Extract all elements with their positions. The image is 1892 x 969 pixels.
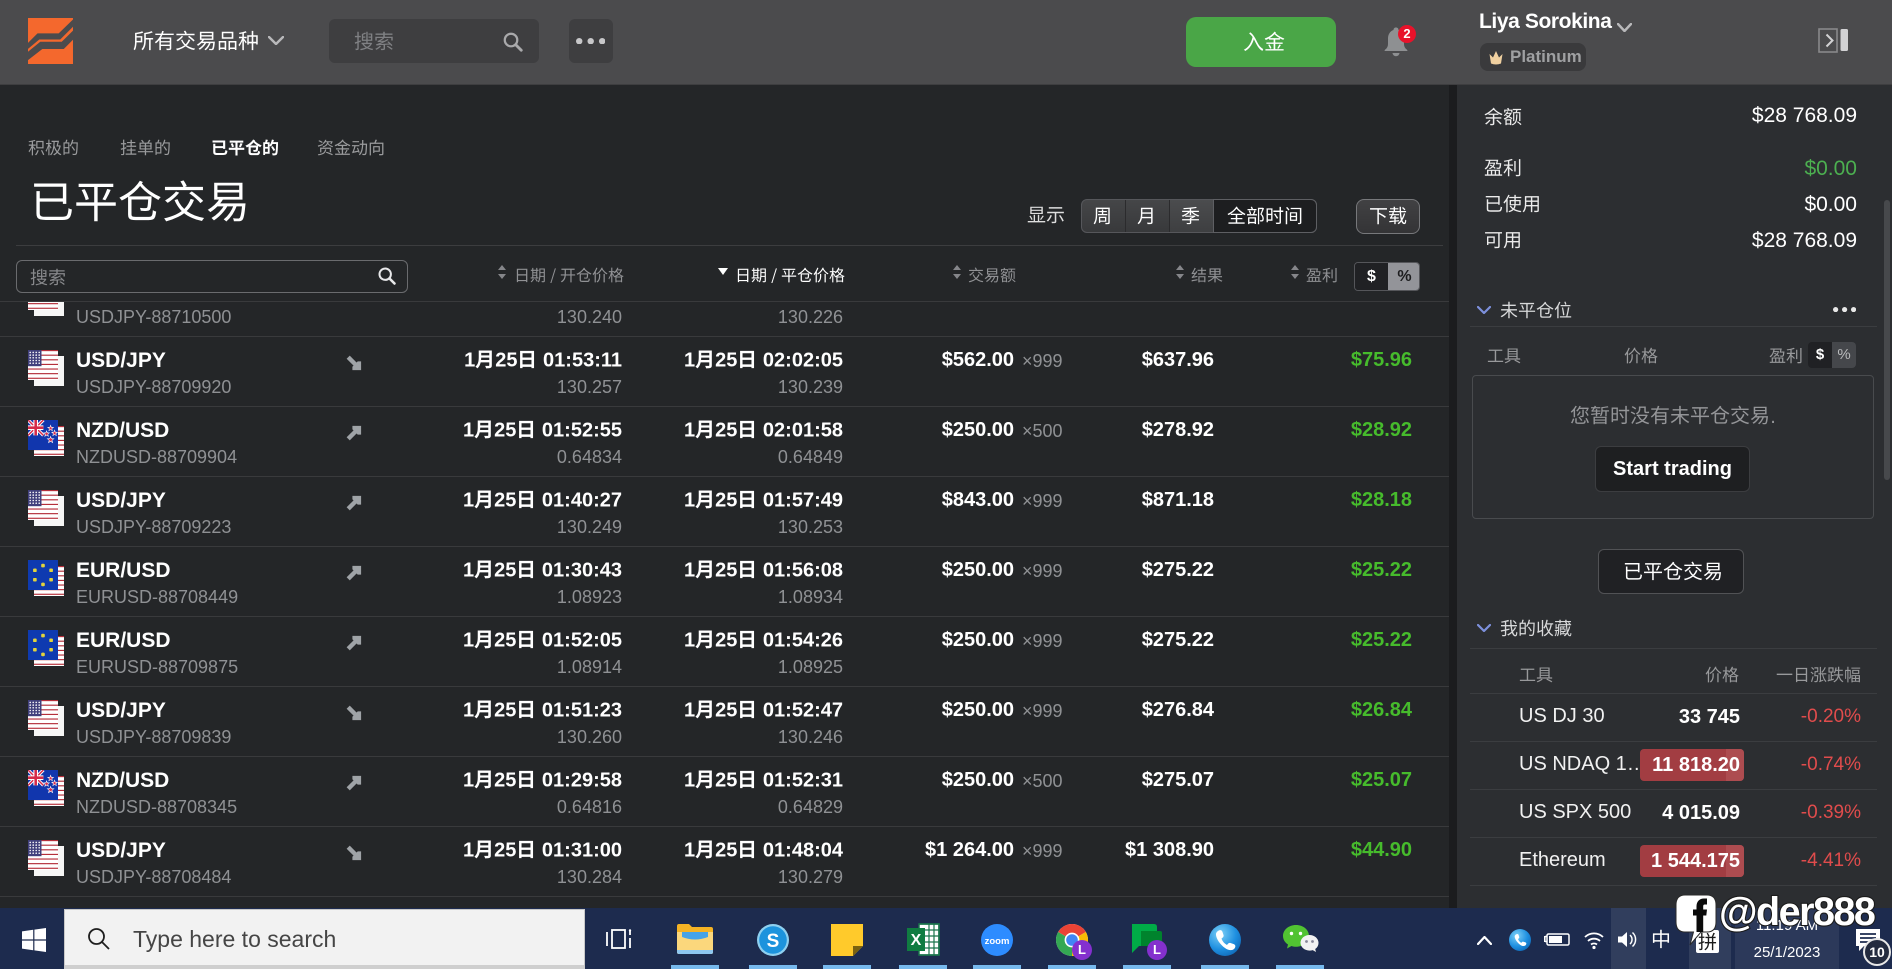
svg-text:X: X (911, 932, 922, 949)
svg-text:S: S (767, 931, 780, 952)
svg-text:@der888: @der888 (1720, 890, 1875, 934)
svg-text:zoom: zoom (985, 936, 1010, 947)
